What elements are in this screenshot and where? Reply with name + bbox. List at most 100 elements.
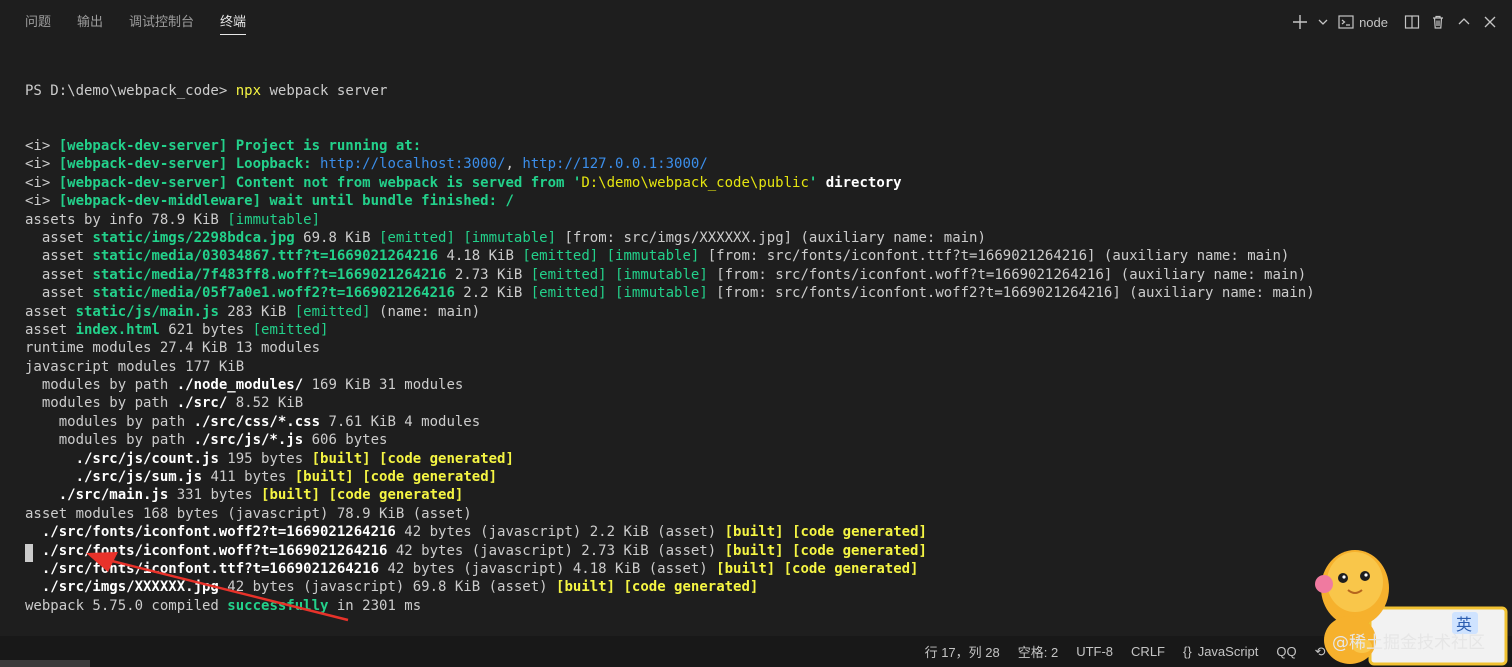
terminal-text-segment: D:\demo\webpack_code\public bbox=[581, 174, 809, 191]
terminal-text-segment: (name: main) bbox=[370, 303, 481, 320]
terminal-text-segment: ./src/imgs/XXXXXX.jpg bbox=[41, 579, 219, 596]
kill-terminal-button[interactable] bbox=[1430, 14, 1446, 30]
terminal-text-segment: directory bbox=[825, 174, 902, 191]
terminal-line: ./src/fonts/iconfont.ttf?t=1669021264216… bbox=[25, 560, 1505, 578]
terminal-line: asset static/media/05f7a0e1.woff2?t=1669… bbox=[25, 284, 1505, 302]
terminal-icon bbox=[1338, 15, 1354, 29]
terminal-line: ./src/main.js 331 bytes [built] [code ge… bbox=[25, 486, 1505, 504]
terminal-text-segment: ./src/css/*.css bbox=[193, 413, 321, 430]
terminal-text-segment: ./node_modules/ bbox=[176, 377, 304, 394]
maximize-panel-button[interactable] bbox=[1456, 14, 1472, 30]
terminal-text-segment: in 2301 ms bbox=[328, 597, 422, 614]
terminal-text-segment: http://127.0.0.1:3000/ bbox=[522, 156, 708, 173]
command-npx: npx bbox=[235, 82, 262, 99]
terminal-prompt: PS D:\demo\webpack_code> bbox=[25, 82, 228, 99]
terminal-text-segment: [from: src/imgs/XXXXXX.jpg] (auxiliary n… bbox=[556, 229, 986, 246]
terminal-text-segment: , bbox=[505, 156, 523, 173]
terminal-text-segment: 69.8 KiB bbox=[294, 229, 380, 246]
terminal-text-segment: successfully bbox=[227, 597, 329, 614]
terminal-text-segment: asset bbox=[25, 229, 93, 246]
terminal-text-segment: 2.73 KiB bbox=[446, 266, 531, 283]
terminal-text-segment: modules by path bbox=[25, 377, 177, 394]
terminal-text-segment: [webpack-dev-server] Content not from we… bbox=[58, 174, 582, 191]
terminal-text-segment: 2.2 KiB bbox=[454, 285, 531, 302]
terminal-text-segment: ./src/js/count.js bbox=[75, 450, 219, 467]
terminal-text-segment: static/media/03034867.ttf?t=166902126421… bbox=[92, 248, 439, 265]
terminal-text-segment: 195 bytes bbox=[218, 450, 312, 467]
chevron-down-icon bbox=[1318, 19, 1328, 25]
status-eol[interactable]: CRLF bbox=[1131, 644, 1165, 659]
terminal-line: modules by path ./src/js/*.js 606 bytes bbox=[25, 431, 1505, 449]
terminal-text-segment: assets by info 78.9 KiB bbox=[25, 211, 228, 228]
status-language[interactable]: {} JavaScript bbox=[1183, 644, 1258, 659]
terminal-output[interactable]: PS D:\demo\webpack_code> npx webpack ser… bbox=[25, 45, 1505, 634]
tab-output[interactable]: 输出 bbox=[64, 0, 116, 44]
terminal-line: asset static/imgs/2298bdca.jpg 69.8 KiB … bbox=[25, 229, 1505, 247]
terminal-text-segment: asset modules 168 bytes (javascript) 78.… bbox=[25, 505, 472, 522]
terminal-text-segment: [emitted] bbox=[379, 229, 455, 246]
terminal-text-segment: [code generated] bbox=[362, 469, 498, 486]
terminal-text-segment: [from: src/fonts/iconfont.woff?t=1669021… bbox=[707, 266, 1307, 283]
split-icon bbox=[1404, 15, 1420, 29]
terminal-text-segment: runtime modules 27.4 KiB 13 modules bbox=[25, 340, 321, 357]
terminal-dropdown-button[interactable] bbox=[1318, 17, 1328, 27]
terminal-text-segment: [emitted] bbox=[522, 248, 599, 265]
terminal-text-segment: javascript modules 177 KiB bbox=[25, 358, 245, 375]
terminal-text-segment: [emitted] bbox=[530, 266, 607, 283]
split-terminal-button[interactable] bbox=[1404, 14, 1420, 30]
plus-icon bbox=[1293, 15, 1308, 29]
terminal-shell-selector[interactable]: node bbox=[1338, 14, 1388, 30]
terminal-toolbar: node bbox=[1292, 0, 1498, 44]
command-args: webpack server bbox=[269, 82, 388, 99]
shell-name: node bbox=[1359, 14, 1388, 30]
terminal-text-segment: asset bbox=[25, 285, 93, 302]
terminal-text-segment: [code generated] bbox=[792, 542, 927, 559]
terminal-text-segment: 8.52 KiB bbox=[227, 395, 304, 412]
status-bar: 行 17，列 28 空格: 2 UTF-8 CRLF {} JavaScript… bbox=[0, 636, 1512, 667]
status-indentation[interactable]: 空格: 2 bbox=[1018, 642, 1058, 661]
terminal-line: <i> [webpack-dev-server] Content not fro… bbox=[25, 174, 1505, 192]
terminal-line: ./src/imgs/XXXXXX.jpg 42 bytes (javascri… bbox=[25, 578, 1505, 596]
status-cursor-position[interactable]: 行 17，列 28 bbox=[925, 642, 1000, 661]
terminal-line: modules by path ./node_modules/ 169 KiB … bbox=[25, 376, 1505, 394]
terminal-line: javascript modules 177 KiB bbox=[25, 358, 1505, 376]
terminal-line: <i> [webpack-dev-middleware] wait until … bbox=[25, 192, 1505, 210]
new-terminal-button[interactable] bbox=[1292, 14, 1308, 30]
braces-icon: {} bbox=[1183, 644, 1192, 659]
panel-tab-bar: 问题 输出 调试控制台 终端 node bbox=[0, 0, 1512, 44]
terminal-cursor bbox=[25, 544, 33, 562]
terminal-line: asset static/media/03034867.ttf?t=166902… bbox=[25, 247, 1505, 265]
terminal-text-segment: asset bbox=[25, 321, 76, 338]
chevron-up-icon bbox=[1458, 18, 1470, 25]
terminal-text-segment: [built] bbox=[556, 579, 616, 596]
terminal-line: ./src/js/sum.js 411 bytes [built] [code … bbox=[25, 468, 1505, 486]
terminal-text-segment: [immutable] bbox=[615, 285, 708, 302]
tab-problems[interactable]: 问题 bbox=[12, 0, 64, 44]
status-encoding[interactable]: UTF-8 bbox=[1076, 644, 1113, 659]
terminal-text-segment: [code generated] bbox=[328, 487, 464, 504]
close-panel-button[interactable] bbox=[1482, 14, 1498, 30]
terminal-text-segment: ' bbox=[808, 174, 826, 191]
terminal-text-segment: [code generated] bbox=[379, 450, 514, 467]
terminal-text-segment: [immutable] bbox=[227, 211, 321, 228]
terminal-line: assets by info 78.9 KiB [immutable] bbox=[25, 211, 1505, 229]
status-qq[interactable]: QQ bbox=[1276, 644, 1296, 659]
terminal-line: ./src/js/count.js 195 bytes [built] [cod… bbox=[25, 450, 1505, 468]
terminal-text-segment: <i> bbox=[25, 138, 59, 155]
terminal-line: asset index.html 621 bytes [emitted] bbox=[25, 321, 1505, 339]
tab-terminal[interactable]: 终端 bbox=[207, 0, 259, 44]
terminal-text-segment: <i> bbox=[25, 156, 59, 173]
terminal-text-segment: [code generated] bbox=[783, 561, 919, 577]
terminal-text-segment: [built] bbox=[294, 469, 354, 486]
tab-debug-console[interactable]: 调试控制台 bbox=[116, 0, 207, 44]
terminal-text-segment: [built] bbox=[724, 524, 784, 541]
terminal-lines: <i> [webpack-dev-server] Project is runn… bbox=[25, 137, 1505, 615]
terminal-text-segment: ./src/fonts/iconfont.woff2?t=16690212642… bbox=[41, 524, 396, 541]
